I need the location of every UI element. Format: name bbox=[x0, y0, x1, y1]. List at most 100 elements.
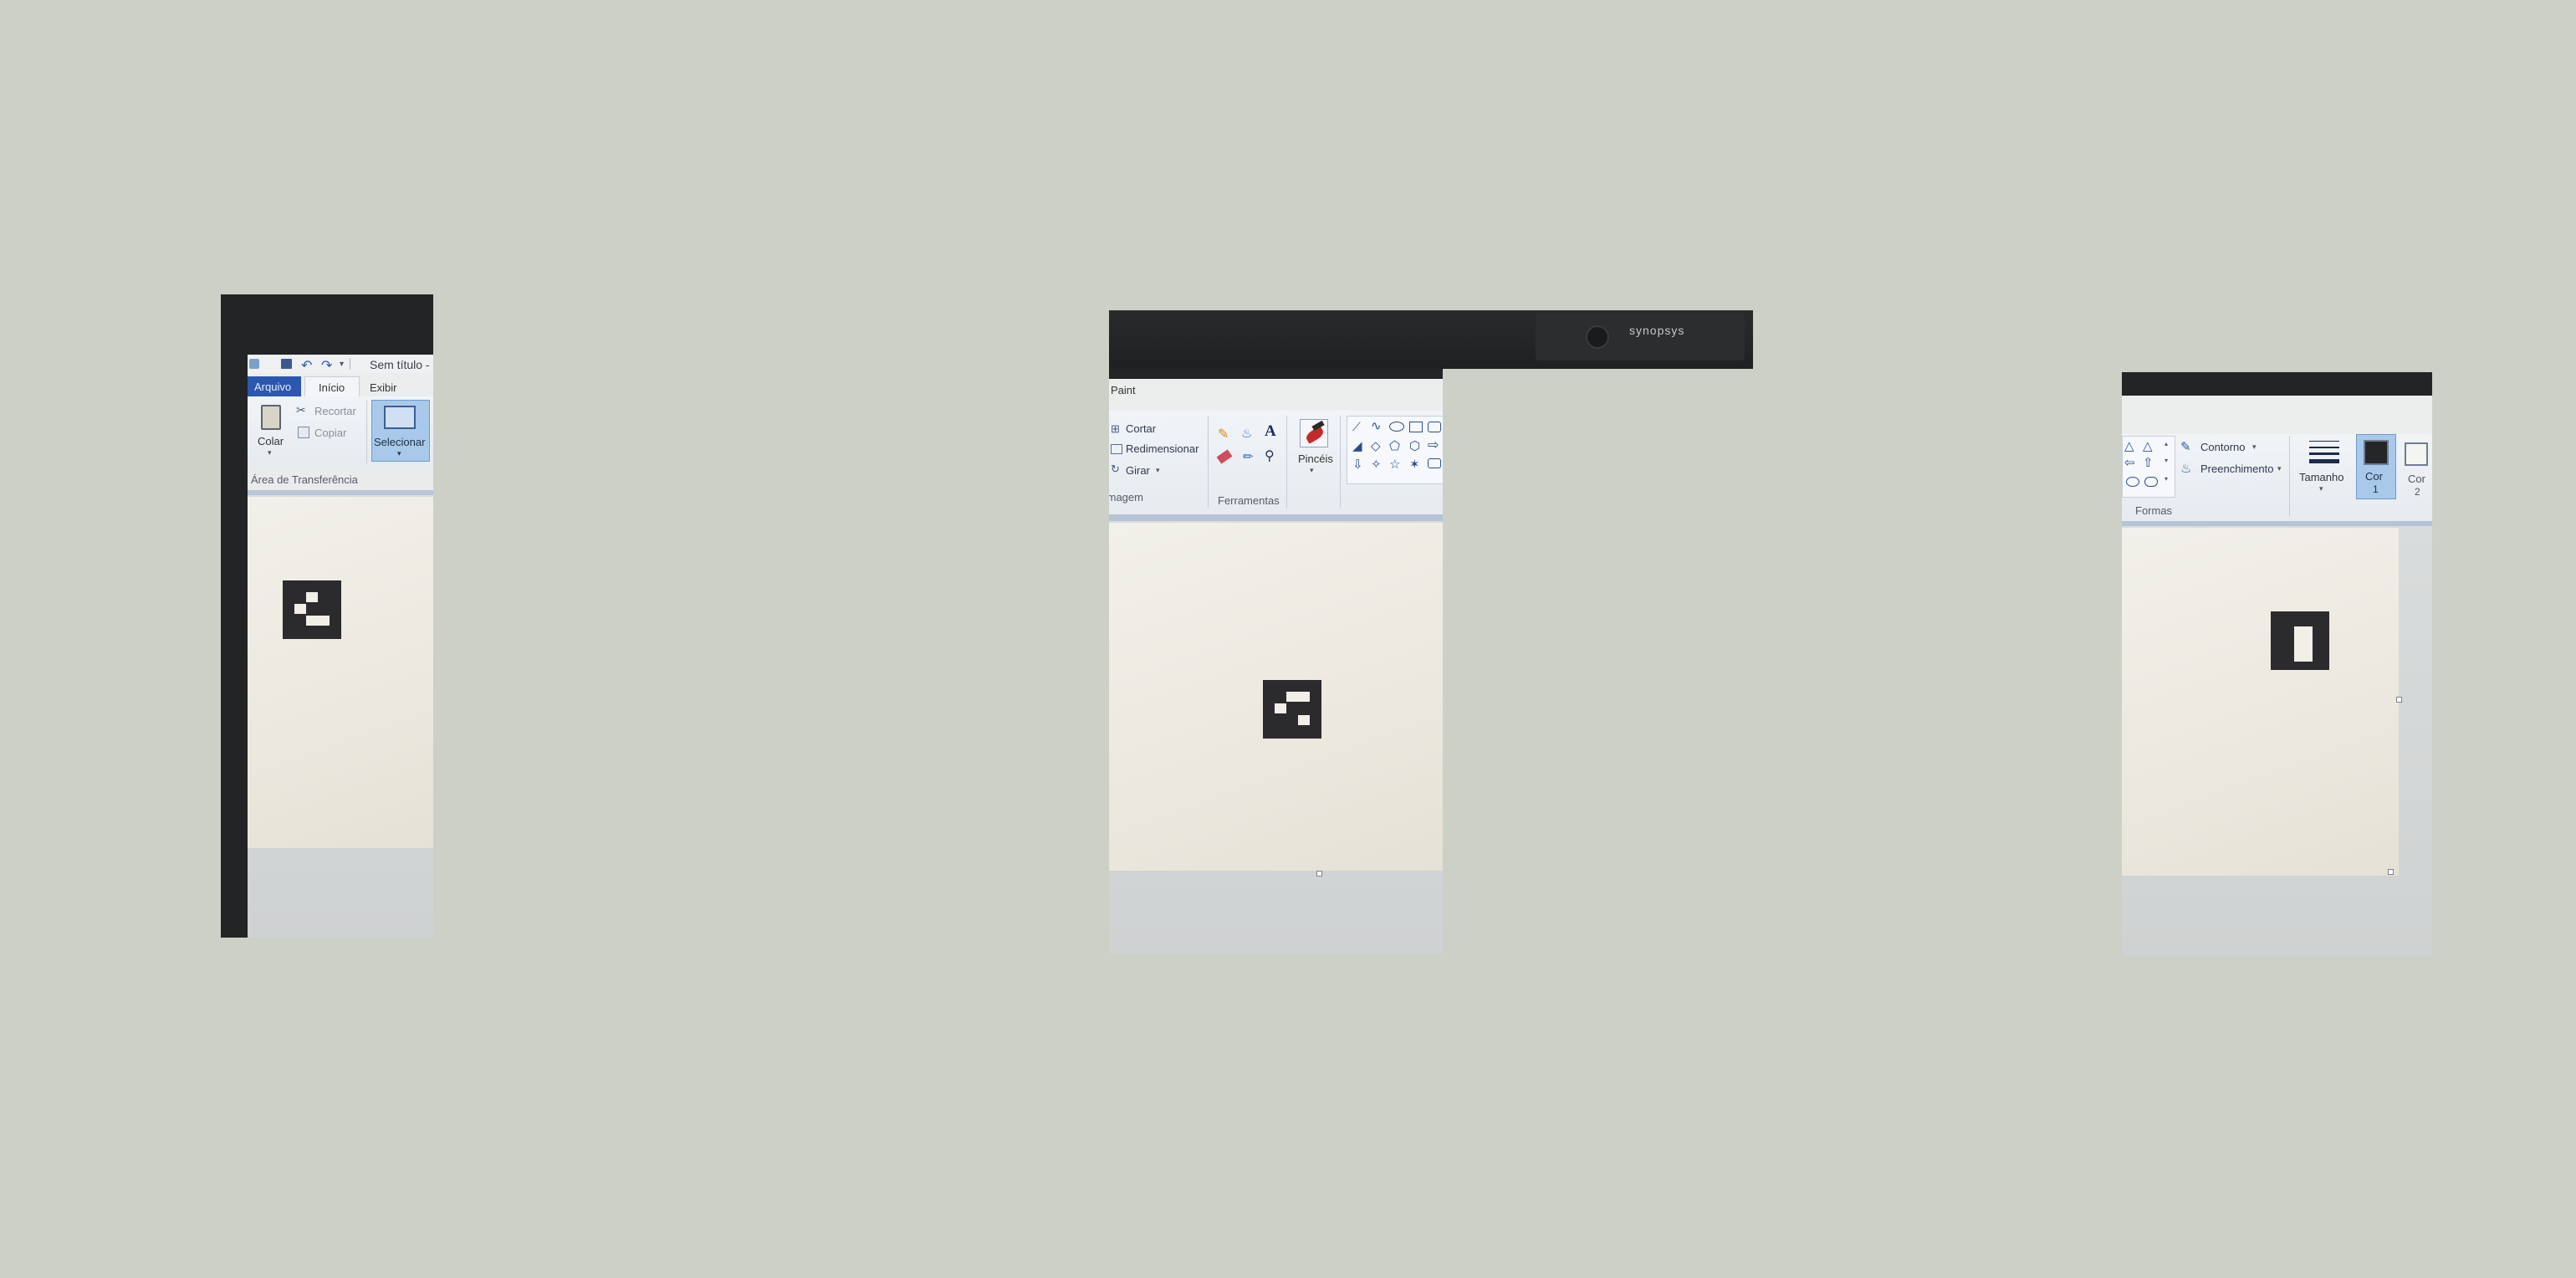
crop-icon[interactable]: ⊞ bbox=[1111, 422, 1120, 436]
app-icon[interactable] bbox=[249, 359, 259, 369]
size-button[interactable]: Tamanho ▾ bbox=[2294, 436, 2353, 503]
rotate-icon[interactable]: ↻ bbox=[1111, 463, 1120, 476]
group-separator bbox=[366, 400, 367, 463]
clipboard-icon bbox=[261, 405, 281, 430]
six-point-star-shape-icon[interactable]: ✶ bbox=[1409, 457, 1420, 472]
select-button[interactable]: Selecionar ▾ bbox=[371, 400, 430, 462]
chevron-down-icon: ▾ bbox=[2319, 484, 2323, 493]
redo-icon[interactable]: ↷ bbox=[321, 357, 332, 374]
down-arrow-shape-icon[interactable]: ⇩ bbox=[1352, 457, 1363, 472]
resize-button[interactable]: Redimensionar bbox=[1126, 442, 1199, 455]
color2-swatch bbox=[2405, 442, 2428, 466]
color1-button[interactable]: Cor 1 bbox=[2356, 434, 2396, 499]
color1-swatch bbox=[2364, 440, 2389, 465]
monitor-brand: SYNOPSYS bbox=[1629, 324, 1685, 337]
outline-brush-icon[interactable]: ✎ bbox=[2180, 439, 2191, 454]
brushes-button[interactable]: Pincéis ▾ bbox=[1293, 416, 1335, 483]
window-title: Paint bbox=[1111, 384, 1136, 396]
drawing-canvas[interactable] bbox=[2122, 528, 2399, 876]
ribbon-home: △ △ ⇦ ⇧ ▴ ▾ ▾ ✎ Contorno ▾ ♨ Preenchimen… bbox=[2122, 434, 2432, 521]
scissors-icon[interactable]: ✂ bbox=[296, 403, 306, 417]
right-arrow-shape-icon[interactable]: ⇨ bbox=[1428, 437, 1439, 453]
canvas-area bbox=[1109, 514, 1443, 953]
paint-window-left: ↶ ↷ ▾ Sem título - Arquivo Início Exibir… bbox=[248, 355, 433, 938]
triangle-shape-icon[interactable]: △ bbox=[2143, 438, 2153, 453]
oval-shape-icon[interactable] bbox=[1389, 422, 1404, 432]
drawing-canvas[interactable] bbox=[1109, 523, 1443, 871]
aruco-marker bbox=[2271, 611, 2329, 670]
scroll-down-icon[interactable]: ▾ bbox=[2165, 457, 2168, 464]
canvas-top-border bbox=[248, 490, 433, 495]
group-separator bbox=[2289, 436, 2290, 516]
tab-file[interactable]: Arquivo bbox=[248, 376, 301, 396]
crop-button[interactable]: Cortar bbox=[1126, 422, 1156, 435]
left-arrow-shape-icon[interactable]: ⇦ bbox=[2124, 455, 2135, 470]
outline-button[interactable]: Contorno bbox=[2200, 441, 2245, 453]
fill-bucket-icon[interactable]: ♨ bbox=[1241, 426, 1252, 441]
fill-button[interactable]: Preenchimento bbox=[2200, 463, 2273, 475]
canvas-area bbox=[248, 490, 433, 938]
oval-callout-shape-icon[interactable] bbox=[2126, 477, 2139, 487]
tab-home[interactable]: Início bbox=[304, 376, 360, 397]
five-point-star-shape-icon[interactable]: ☆ bbox=[1389, 457, 1400, 472]
rotate-button[interactable]: Girar bbox=[1126, 464, 1150, 477]
chevron-down-icon[interactable]: ▾ bbox=[340, 360, 344, 369]
pencil-icon[interactable]: ✎ bbox=[1218, 426, 1229, 442]
line-shape-icon[interactable]: ⟋ bbox=[1352, 420, 1361, 434]
polygon-shape-icon[interactable]: △ bbox=[2124, 438, 2134, 453]
rectangle-shape-icon[interactable] bbox=[1409, 422, 1423, 432]
selection-rectangle-icon bbox=[384, 406, 416, 429]
ribbon-home: ⊞ Cortar Redimensionar ↻ Girar ▾ Imagem … bbox=[1109, 411, 1443, 514]
chevron-down-icon[interactable]: ▾ bbox=[1156, 466, 1160, 475]
canvas-area bbox=[2122, 521, 2432, 956]
chevron-down-icon[interactable]: ▾ bbox=[2277, 464, 2282, 473]
undo-icon[interactable]: ↶ bbox=[301, 357, 312, 374]
four-point-star-shape-icon[interactable]: ✧ bbox=[1371, 457, 1382, 472]
aruco-marker bbox=[1263, 680, 1321, 739]
copy-icon[interactable] bbox=[298, 427, 309, 438]
up-arrow-shape-icon[interactable]: ⇧ bbox=[2143, 455, 2154, 470]
chevron-down-icon: ▾ bbox=[268, 448, 272, 457]
curve-shape-icon[interactable]: ∿ bbox=[1371, 418, 1382, 433]
expand-gallery-icon[interactable]: ▾ bbox=[2165, 475, 2168, 483]
chevron-down-icon: ▾ bbox=[1310, 466, 1314, 474]
cloud-callout-shape-icon[interactable] bbox=[2144, 477, 2158, 487]
cut-button[interactable]: Recortar bbox=[314, 405, 356, 417]
group-separator bbox=[1208, 416, 1209, 508]
chevron-down-icon[interactable]: ▾ bbox=[2252, 442, 2257, 452]
magnifier-icon[interactable]: ⚲ bbox=[1265, 447, 1275, 464]
callout-shape-icon[interactable] bbox=[1428, 458, 1441, 468]
tab-view[interactable]: Exibir bbox=[370, 381, 397, 394]
triangle-shape-icon[interactable]: ◢ bbox=[1352, 438, 1362, 453]
group-separator bbox=[1340, 416, 1341, 508]
resize-icon[interactable] bbox=[1111, 444, 1122, 454]
eraser-icon[interactable] bbox=[1216, 449, 1233, 464]
center-photo: Paint ⊞ Cortar Redimensionar ↻ Girar ▾ I… bbox=[1109, 369, 1443, 953]
ribbon-home: Colar ▾ ✂ Recortar Copiar Selecionar ▾ bbox=[248, 396, 433, 468]
paint-window-center: Paint ⊞ Cortar Redimensionar ↻ Girar ▾ I… bbox=[1109, 379, 1443, 953]
shapes-gallery[interactable]: ⟋ ∿ ◢ ◇ ⬠ ⬡ ⇨ ⇩ ✧ ☆ ✶ bbox=[1347, 416, 1443, 484]
scroll-up-icon[interactable]: ▴ bbox=[2165, 440, 2168, 447]
save-icon[interactable] bbox=[281, 359, 292, 369]
pentagon-shape-icon[interactable]: ⬠ bbox=[1389, 438, 1400, 453]
fill-bucket-icon[interactable]: ♨ bbox=[2180, 461, 2191, 476]
canvas-resize-handle[interactable] bbox=[1316, 871, 1322, 877]
aruco-marker bbox=[283, 580, 341, 639]
color2-button[interactable]: Cor 2 bbox=[2400, 434, 2432, 499]
window-title: Sem título - bbox=[370, 358, 430, 371]
paint-window-right: △ △ ⇦ ⇧ ▴ ▾ ▾ ✎ Contorno ▾ ♨ Preenchimen… bbox=[2122, 396, 2432, 956]
text-icon[interactable]: A bbox=[1265, 422, 1276, 441]
page: { "left_photo": { "title": "Sem título -… bbox=[0, 0, 2576, 1278]
copy-button[interactable]: Copiar bbox=[314, 427, 346, 439]
hexagon-shape-icon[interactable]: ⬡ bbox=[1409, 438, 1420, 453]
canvas-top-border bbox=[2122, 521, 2432, 526]
canvas-resize-handle[interactable] bbox=[2396, 697, 2402, 703]
canvas-resize-handle[interactable] bbox=[2388, 869, 2394, 875]
drawing-canvas[interactable] bbox=[248, 497, 433, 848]
shapes-gallery[interactable]: △ △ ⇦ ⇧ ▴ ▾ ▾ bbox=[2122, 436, 2175, 498]
diamond-shape-icon[interactable]: ◇ bbox=[1371, 438, 1381, 453]
rounded-rectangle-shape-icon[interactable] bbox=[1428, 422, 1441, 432]
tools-group-label: Ferramentas bbox=[1218, 494, 1280, 507]
color-picker-icon[interactable]: ✏ bbox=[1243, 449, 1254, 464]
paste-button[interactable]: Colar ▾ bbox=[254, 401, 288, 457]
